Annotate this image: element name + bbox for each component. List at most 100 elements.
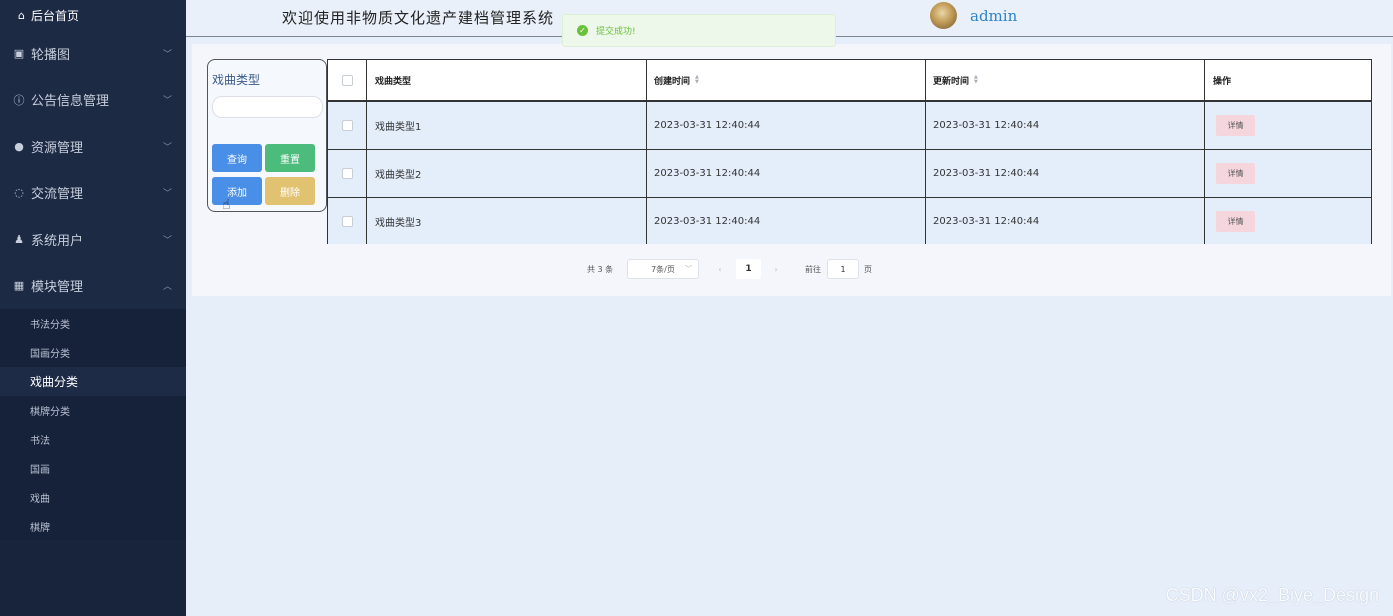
submenu-item-chess-category[interactable]: 棋牌分类 <box>0 396 186 425</box>
table-row: 戏曲类型3 2023-03-31 12:40:44 2023-03-31 12:… <box>327 198 1372 244</box>
goto-page-input[interactable]: 1 <box>827 259 859 279</box>
query-button[interactable]: 查询 <box>212 144 262 172</box>
avatar[interactable] <box>930 2 957 29</box>
submenu-item-opera[interactable]: 戏曲 <box>0 483 186 512</box>
delete-button[interactable]: 删除 <box>265 177 315 205</box>
chevron-down-icon: ﹀ <box>162 142 172 153</box>
user-icon: ♟ <box>14 232 24 246</box>
column-header-action: 操作 <box>1205 60 1372 100</box>
table-header: 戏曲类型 创建时间 ▲ ▼ 更新时间 ▲ ▼ 操作 <box>327 59 1372 102</box>
cell-action: 详情 <box>1205 102 1372 149</box>
column-header-type: 戏曲类型 <box>367 60 647 100</box>
data-table: 戏曲类型 创建时间 ▲ ▼ 更新时间 ▲ ▼ 操作 戏曲类型1 2023-03-31… <box>327 59 1372 244</box>
submenu-item-painting-category[interactable]: 国画分类 <box>0 338 186 367</box>
check-circle-icon: ✓ <box>577 25 588 36</box>
sidebar-home-label: 后台首页 <box>30 8 79 23</box>
column-header-label: 创建时间 <box>654 76 691 87</box>
select-all-cell <box>327 60 367 100</box>
sort-icon[interactable]: ▲ ▼ <box>974 75 978 85</box>
page-size-select[interactable]: 7条/页 ﹀ <box>627 259 699 279</box>
pointer-cursor-icon: ☝ <box>222 197 231 213</box>
next-page-button[interactable]: › <box>766 259 786 279</box>
menu-item-carousel[interactable]: ▣ 轮播图 ﹀ <box>0 30 186 77</box>
menu-item-system-user[interactable]: ♟ 系统用户 ﹀ <box>0 216 186 263</box>
chevron-down-icon: ﹀ <box>162 235 172 246</box>
cell-type: 戏曲类型3 <box>367 198 647 244</box>
menu-label: 交流管理 <box>31 187 84 203</box>
watermark: CSDN @vx2_Biye_Design <box>1165 585 1379 605</box>
submenu-module: 书法分类 国画分类 戏曲分类 棋牌分类 书法 国画 戏曲 棋牌 <box>0 309 186 541</box>
toast-message: 提交成功! <box>596 27 636 37</box>
sidebar-footer <box>0 540 186 616</box>
search-input[interactable] <box>212 96 323 118</box>
cell-updated: 2023-03-31 12:40:44 <box>926 102 1205 149</box>
chat-icon: ◌ <box>14 186 24 200</box>
submenu-item-opera-category[interactable]: 戏曲分类 <box>0 367 186 396</box>
detail-button[interactable]: 详情 <box>1216 115 1255 136</box>
cell-action: 详情 <box>1205 150 1372 197</box>
cell-action: 详情 <box>1205 198 1372 244</box>
submenu-item-painting[interactable]: 国画 <box>0 454 186 483</box>
chevron-up-icon: ︿ <box>162 282 172 293</box>
row-checkbox[interactable] <box>341 215 353 227</box>
goto-label: 前往 <box>805 264 821 274</box>
prev-page-button[interactable]: ‹ <box>710 259 730 279</box>
page-title: 欢迎使用非物质文化遗产建档管理系统 <box>282 9 555 27</box>
menu-item-resource[interactable]: ● 资源管理 ﹀ <box>0 123 186 170</box>
menu-item-notice[interactable]: ⓘ 公告信息管理 ﹀ <box>0 77 186 124</box>
table-row: 戏曲类型1 2023-03-31 12:40:44 2023-03-31 12:… <box>327 102 1372 150</box>
cell-updated: 2023-03-31 12:40:44 <box>926 198 1205 244</box>
detail-button[interactable]: 详情 <box>1216 210 1255 232</box>
cell-type: 戏曲类型1 <box>367 102 647 149</box>
search-label: 戏曲类型 <box>212 73 261 87</box>
chevron-down-icon: ﹀ <box>162 189 172 200</box>
page-unit-label: 页 <box>864 264 872 274</box>
info-icon: ⓘ <box>13 93 25 107</box>
chevron-left-icon: ‹ <box>718 264 722 274</box>
menu-label: 模块管理 <box>31 280 84 296</box>
detail-button[interactable]: 详情 <box>1216 163 1255 184</box>
page-number[interactable]: 1 <box>736 259 761 279</box>
menu-label: 轮播图 <box>31 47 71 63</box>
row-checkbox[interactable] <box>341 120 353 131</box>
sidebar-home[interactable]: ⌂ 后台首页 <box>0 0 186 30</box>
location-icon: ● <box>14 139 24 153</box>
add-button[interactable]: 添加 <box>212 177 262 205</box>
cell-created: 2023-03-31 12:40:44 <box>647 150 926 197</box>
chevron-down-icon: ﹀ <box>162 96 172 107</box>
cell-type: 戏曲类型2 <box>367 150 647 197</box>
menu-item-module[interactable]: ▦ 模块管理 ︿ <box>0 263 186 310</box>
chevron-down-icon: ﹀ <box>685 265 692 273</box>
column-header-updated[interactable]: 更新时间 ▲ ▼ <box>926 60 1205 100</box>
chevron-down-icon: ﹀ <box>162 49 172 60</box>
submenu-item-calligraphy[interactable]: 书法 <box>0 425 186 454</box>
submenu-item-calligraphy-category[interactable]: 书法分类 <box>0 309 186 338</box>
home-icon: ⌂ <box>18 8 25 22</box>
username[interactable]: admin <box>970 7 1017 25</box>
table-row: 戏曲类型2 2023-03-31 12:40:44 2023-03-31 12:… <box>327 150 1372 198</box>
menu-label: 公告信息管理 <box>31 94 110 110</box>
column-header-label: 更新时间 <box>933 76 970 87</box>
menu-item-exchange[interactable]: ◌ 交流管理 ﹀ <box>0 170 186 217</box>
menu-label: 系统用户 <box>31 233 84 249</box>
chevron-right-icon: › <box>774 264 778 274</box>
cell-created: 2023-03-31 12:40:44 <box>647 102 926 149</box>
grid-icon: ▦ <box>13 279 25 293</box>
cell-updated: 2023-03-31 12:40:44 <box>926 150 1205 197</box>
success-toast: ✓ 提交成功! <box>562 14 836 47</box>
pagination-total: 共 3 条 <box>587 264 614 274</box>
search-form: 戏曲类型 查询 重置 添加 删除 <box>207 59 327 212</box>
row-select-cell <box>327 198 367 244</box>
submenu-item-chess[interactable]: 棋牌 <box>0 512 186 541</box>
column-header-created[interactable]: 创建时间 ▲ ▼ <box>647 60 926 100</box>
cell-created: 2023-03-31 12:40:44 <box>647 198 926 244</box>
image-icon: ▣ <box>13 46 25 60</box>
reset-button[interactable]: 重置 <box>265 144 315 172</box>
sidebar: ⌂ 后台首页 ▣ 轮播图 ﹀ ⓘ 公告信息管理 ﹀ ● 资源管理 ﹀ ◌ 交流管… <box>0 0 186 616</box>
row-checkbox[interactable] <box>341 168 353 179</box>
sort-icon[interactable]: ▲ ▼ <box>695 75 699 85</box>
select-all-checkbox[interactable] <box>341 74 353 86</box>
menu-label: 资源管理 <box>31 140 84 156</box>
row-select-cell <box>327 150 367 197</box>
page-size-value: 7条/页 <box>651 264 675 274</box>
